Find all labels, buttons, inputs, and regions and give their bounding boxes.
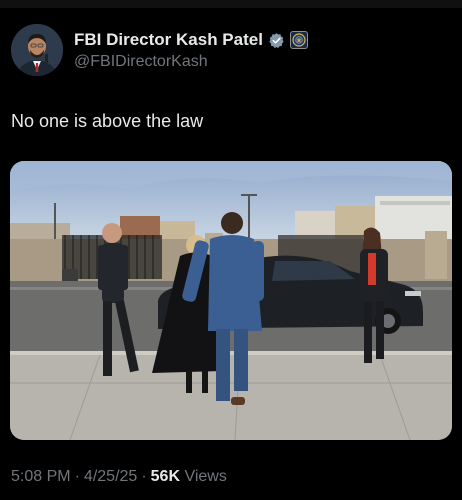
tweet-text: No one is above the law [11,111,204,131]
tweet-time[interactable]: 5:08 PM [11,468,71,485]
photo-scene [10,161,452,440]
avatar[interactable] [11,24,63,76]
top-edge-bar [0,0,462,8]
meta-separator: · [141,468,147,485]
views-count[interactable]: 56K [151,468,180,485]
views-label: Views [184,468,227,485]
tweet-date[interactable]: 4/25/25 [84,468,137,485]
verified-badge-icon[interactable] [268,32,285,49]
tweet-meta: 5:08 PM · 4/25/25 · 56K Views [11,468,227,486]
author-handle[interactable]: @FBIDirectorKash [74,53,208,71]
tweet-photo[interactable] [10,161,452,440]
fbi-seal-icon[interactable] [289,31,308,49]
avatar-image [11,24,63,76]
meta-separator: · [74,468,80,485]
author-display-name[interactable]: FBI Director Kash Patel [74,30,263,50]
author-name-row: FBI Director Kash Patel [74,29,308,51]
